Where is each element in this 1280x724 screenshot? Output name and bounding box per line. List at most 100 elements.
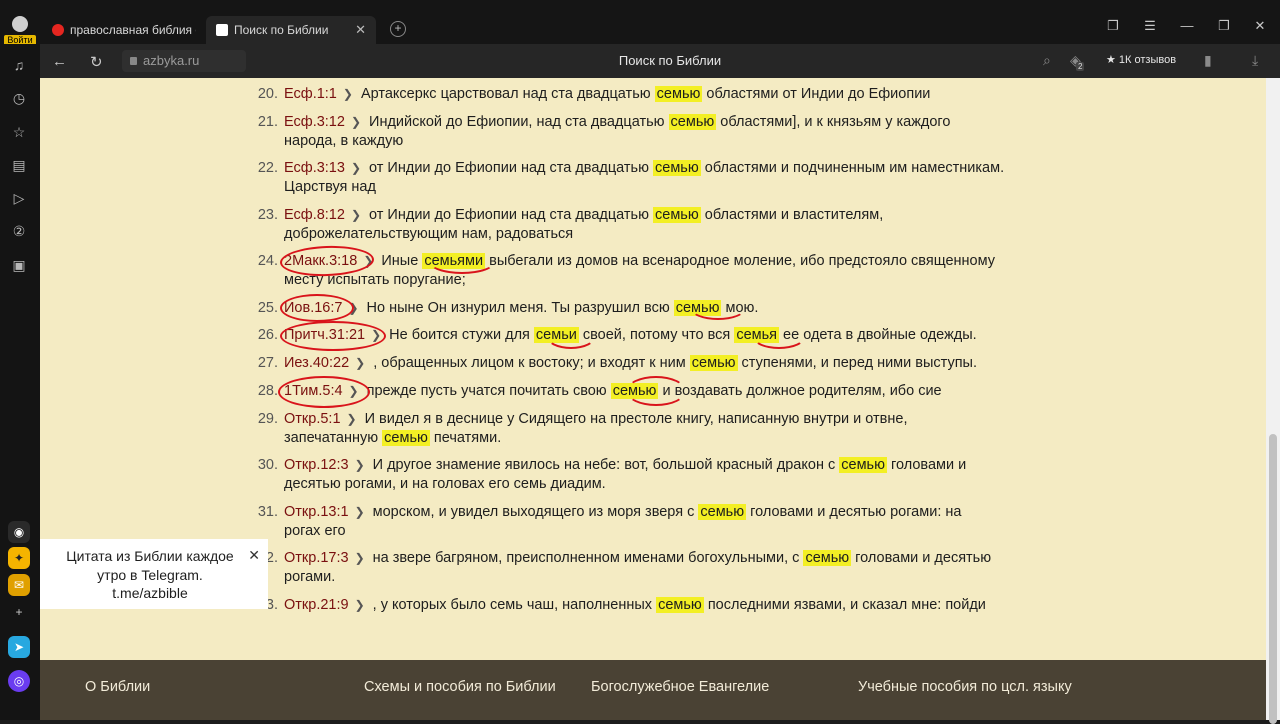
new-tab-button[interactable]: + — [390, 21, 406, 37]
highlighted-match: семью — [803, 550, 852, 566]
highlighted-match: семью — [839, 457, 887, 473]
expand-chevron-icon[interactable]: ❯ — [355, 551, 365, 565]
expand-chevron-icon[interactable]: ❯ — [351, 208, 361, 222]
verse-reference-link[interactable]: 2Макк.3:18 — [284, 253, 357, 269]
telegram-link[interactable]: t.me/azbible — [50, 585, 250, 601]
verse-text: месту испытать поругание; — [284, 272, 466, 288]
verse-reference-link[interactable]: Откр.17:3 — [284, 550, 349, 566]
tab-bible-search[interactable]: Поиск по Библии ✕ — [206, 16, 376, 44]
verse-reference-link[interactable]: Откр.5:1 — [284, 411, 341, 427]
verse-reference-link[interactable]: Откр.13:1 — [284, 504, 349, 520]
verse-reference-link[interactable]: Откр.12:3 — [284, 457, 349, 473]
expand-chevron-icon[interactable]: ❯ — [355, 458, 365, 472]
verse-text: областями от Индии до Ефиопии — [702, 86, 931, 102]
verse-reference-link[interactable]: Есф.3:13 — [284, 160, 345, 176]
telegram-popup: Цитата из Библии каждое утро в Telegram.… — [40, 539, 268, 609]
account-button[interactable]: Войти — [4, 16, 36, 46]
result-text: Есф.1:1 ❯ Артаксеркс царствовал над ста дв… — [284, 85, 1044, 104]
tab-bible-online[interactable]: православная библия он — [42, 16, 196, 44]
profile-2-icon[interactable]: ② — [10, 222, 28, 240]
highlighted-match: семьи — [533, 327, 579, 343]
close-tab-icon[interactable]: ✕ — [355, 16, 366, 44]
expand-chevron-icon[interactable]: ❯ — [355, 598, 365, 612]
search-page-icon[interactable]: ⌕ — [1043, 52, 1051, 69]
result-text: Иов.16:7 ❯ Но ныне Он изнурил меня. Ты раз… — [284, 299, 1044, 318]
result-line: народа, в каждую — [284, 132, 1044, 151]
play-icon[interactable]: ▷ — [10, 189, 28, 207]
url-field[interactable]: azbyka.ru — [122, 50, 246, 72]
reviews-button[interactable]: ★ 1К отзывов — [1106, 51, 1196, 69]
result-line: Есф.1:1 ❯ Артаксеркс царствовал над ста дв… — [284, 85, 1044, 104]
verse-reference-link[interactable]: Есф.1:1 — [284, 86, 337, 102]
expand-chevron-icon[interactable]: ❯ — [349, 384, 359, 398]
maximize-icon[interactable]: ❐ — [1214, 18, 1234, 34]
verse-text: выбегали из домов на всенародное моление… — [485, 253, 995, 269]
highlighted-match: семью — [673, 300, 722, 316]
url-text: azbyka.ru — [143, 53, 200, 68]
verse-text: И видел я в деснице у Сидящего на престо… — [364, 411, 908, 427]
footer-link-schemes[interactable]: Схемы и пособия по Библии — [364, 679, 556, 695]
highlighted-match: семью — [653, 207, 701, 223]
verse-reference-link[interactable]: Есф.8:12 — [284, 207, 345, 223]
result-text: Откр.17:3 ❯ на звере багряном, преисполнен… — [284, 549, 1044, 587]
expand-chevron-icon[interactable]: ❯ — [348, 301, 358, 315]
expand-chevron-icon[interactable]: ❯ — [355, 505, 365, 519]
result-text: Есф.3:12 ❯ Индийской до Ефиопии, над ста д… — [284, 113, 1044, 151]
expand-chevron-icon[interactable]: ❯ — [351, 115, 361, 129]
history-icon[interactable]: ◷ — [10, 89, 28, 107]
music-app-icon[interactable]: ✦ — [8, 547, 30, 569]
mail-app-icon[interactable]: ✉ — [8, 574, 30, 596]
reload-icon[interactable]: ↻ — [90, 53, 103, 71]
footer-link-about-bible[interactable]: О Библии — [85, 679, 150, 695]
verse-reference-link[interactable]: 1Тим.5:4 — [284, 383, 343, 399]
footer-link-liturgical-gospel[interactable]: Богослужебное Евангелие — [591, 679, 769, 695]
result-line: Есф.3:13 ❯ от Индии до Ефиопии над ста два… — [284, 159, 1044, 178]
verse-text: ступенями, и перед ними выступы. — [737, 355, 978, 371]
download-icon[interactable]: ⤓ — [1252, 52, 1258, 69]
expand-chevron-icon[interactable]: ❯ — [347, 412, 357, 426]
highlighted-match: семью — [698, 504, 747, 520]
expand-chevron-icon[interactable]: ❯ — [343, 87, 353, 101]
collections-icon[interactable]: ▤ — [10, 156, 28, 174]
highlighted-match: семья — [734, 327, 780, 343]
verse-text: рогами. — [284, 569, 336, 585]
verse-reference-link[interactable]: Иов.16:7 — [284, 300, 342, 316]
result-number: 30. — [257, 457, 278, 473]
add-app-icon[interactable]: + — [8, 601, 30, 623]
notification-badge: 2 — [1076, 62, 1085, 71]
verse-text: головами и десятью — [851, 550, 992, 566]
menu-icon[interactable]: ☰ — [1140, 18, 1160, 34]
result-line: Иов.16:7 ❯ Но ныне Он изнурил меня. Ты раз… — [284, 299, 1044, 318]
screenshot-icon[interactable]: ▣ — [10, 256, 28, 274]
expand-chevron-icon[interactable]: ❯ — [371, 328, 381, 342]
verse-reference-link[interactable]: Иез.40:22 — [284, 355, 349, 371]
scrollbar-thumb[interactable] — [1269, 434, 1277, 724]
bookmark-icon[interactable]: ▮ — [1204, 52, 1212, 69]
assistant-app-icon[interactable]: ◎ — [8, 670, 30, 692]
result-text: Притч.31:21 ❯ Не боится стужи для семьи св… — [284, 326, 1044, 345]
close-window-icon[interactable]: ✕ — [1250, 18, 1270, 34]
page-scrollbar[interactable] — [1266, 78, 1280, 724]
result-number: 21. — [257, 114, 278, 130]
result-text: Есф.8:12 ❯ от Индии до Ефиопии над ста два… — [284, 206, 1044, 244]
close-popup-icon[interactable]: ✕ — [248, 547, 260, 564]
messenger-app-icon[interactable]: ➤ — [8, 636, 30, 658]
footer-link-church-slavonic[interactable]: Учебные пособия по цсл. языку — [858, 679, 1072, 695]
bookmarks-panel-icon[interactable]: ❐ — [1103, 18, 1123, 34]
bell-icon[interactable]: ♫ — [10, 56, 28, 74]
expand-chevron-icon[interactable]: ❯ — [355, 356, 365, 370]
verse-text: от Индии до Ефиопии над ста двадцатью — [369, 207, 654, 223]
verse-text: областями и подчиненным им наместникам. — [700, 160, 1005, 176]
result-line: Откр.21:9 ❯ , у которых было семь чаш, нап… — [284, 596, 1044, 615]
verse-reference-link[interactable]: Притч.31:21 — [284, 327, 365, 343]
expand-chevron-icon[interactable]: ❯ — [363, 254, 373, 268]
verse-reference-link[interactable]: Есф.3:12 — [284, 114, 345, 130]
back-icon[interactable]: ← — [52, 53, 67, 70]
expand-chevron-icon[interactable]: ❯ — [351, 161, 361, 175]
star-icon[interactable]: ☆ — [10, 123, 28, 141]
alice-app-icon[interactable]: ◉ — [8, 521, 30, 543]
minimize-icon[interactable]: — — [1177, 18, 1197, 33]
verse-text: Иные — [381, 253, 423, 269]
result-line: 1Тим.5:4 ❯ прежде пусть учатся почитать св… — [284, 382, 1044, 401]
verse-reference-link[interactable]: Откр.21:9 — [284, 597, 349, 613]
